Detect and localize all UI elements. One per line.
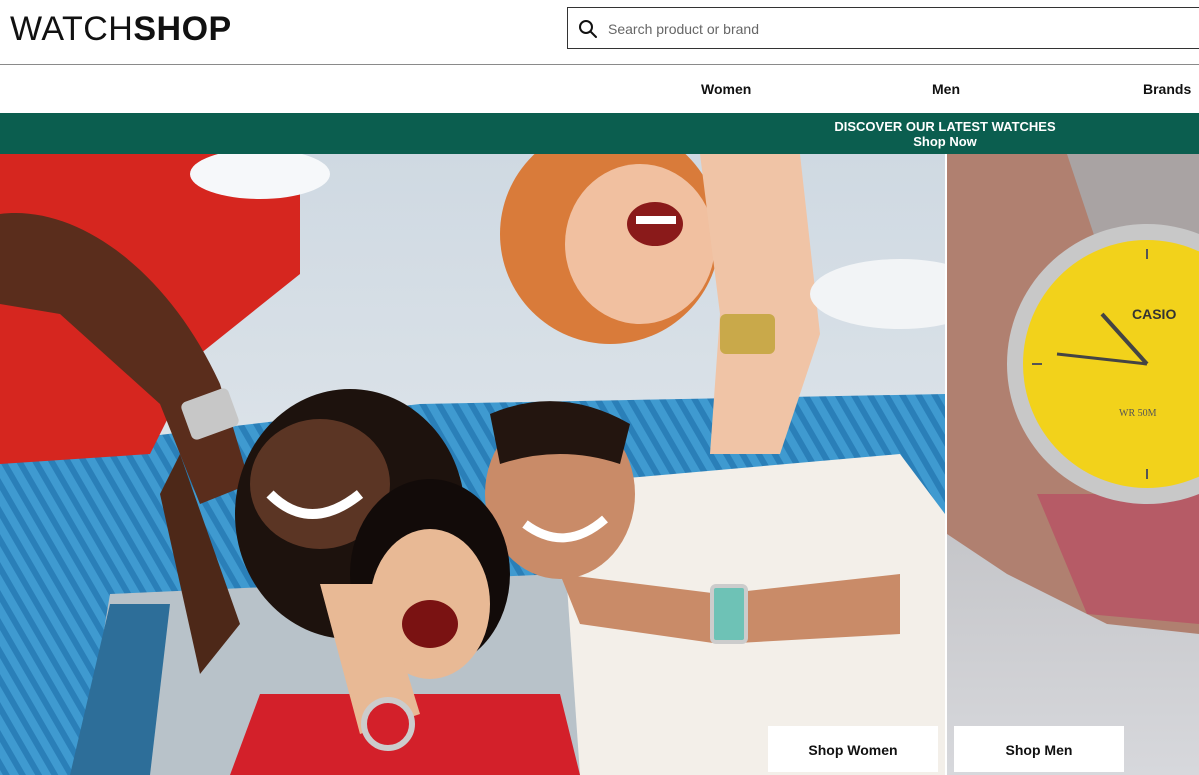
shop-women-button[interactable]: Shop Women bbox=[768, 726, 938, 772]
hero-watch-photo: CASIO WR 50M bbox=[947, 154, 1199, 775]
promo-shop-now-link[interactable]: Shop Now bbox=[692, 134, 1198, 149]
shop-men-button[interactable]: Shop Men bbox=[954, 726, 1124, 772]
watch-dial-text: WR 50M bbox=[1119, 408, 1157, 419]
nav-item-women[interactable]: Women bbox=[701, 65, 751, 113]
hero-image-women[interactable] bbox=[0, 154, 945, 775]
hero-image-men[interactable]: CASIO WR 50M bbox=[947, 154, 1199, 775]
promo-headline: DISCOVER OUR LATEST WATCHES bbox=[834, 119, 1056, 134]
search-icon[interactable] bbox=[578, 19, 598, 39]
watch-brand-text: CASIO bbox=[1132, 306, 1176, 322]
logo-text-light: WATCH bbox=[10, 10, 134, 48]
promo-banner[interactable]: DISCOVER OUR LATEST WATCHES Shop Now bbox=[0, 113, 1199, 154]
nav-item-men[interactable]: Men bbox=[932, 65, 960, 113]
logo-text-bold: SHOP bbox=[133, 10, 232, 48]
search-box[interactable] bbox=[567, 7, 1199, 50]
nav-item-brands[interactable]: Brands bbox=[1143, 65, 1191, 113]
watchshop-logo[interactable]: WATCHSHOP bbox=[10, 10, 232, 48]
main-nav: Women Men Brands bbox=[0, 65, 1199, 113]
search-input[interactable] bbox=[606, 8, 1190, 50]
site-header: WATCHSHOP bbox=[0, 0, 1199, 64]
hero-photo-group bbox=[0, 154, 945, 775]
